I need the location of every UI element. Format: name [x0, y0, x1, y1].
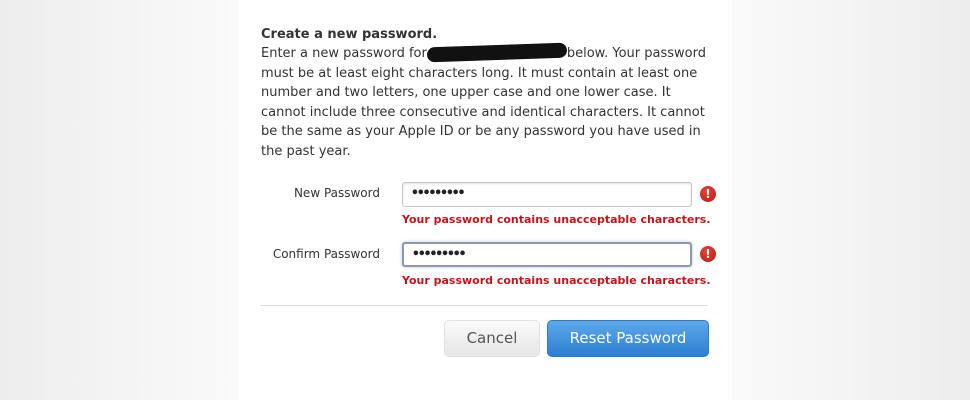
reset-password-button[interactable]: Reset Password — [547, 320, 709, 357]
divider — [260, 305, 708, 306]
right-background — [732, 0, 970, 400]
new-password-field[interactable]: ••••••••• — [402, 182, 692, 207]
confirm-password-label: Confirm Password — [272, 247, 380, 261]
instructions-line-2: must be at least eight characters long. … — [261, 65, 698, 81]
redacted-apple-id — [426, 42, 568, 63]
instructions-line-3: number and two letters, one upper case a… — [261, 85, 671, 100]
page-title: Create a new password. — [261, 27, 438, 42]
instructions: Enter a new password for below. Your pass… — [261, 42, 731, 161]
instructions-line-4: cannot include three consecutive and ide… — [261, 104, 705, 120]
error-icon: ! — [700, 186, 716, 202]
left-background — [0, 0, 238, 400]
confirm-password-field[interactable]: ••••••••• — [402, 242, 692, 267]
new-password-label: New Password — [293, 186, 380, 200]
new-password-error: Your password contains unacceptable char… — [402, 213, 711, 226]
instructions-line-1-start: Enter a new password for — [261, 46, 427, 61]
instructions-line-1: Enter a new password for below. Your pass… — [261, 42, 731, 64]
instructions-line-6: the past year. — [261, 143, 351, 159]
cancel-button[interactable]: Cancel — [444, 320, 540, 357]
instructions-line-5: be the same as your Apple ID or be any p… — [261, 124, 701, 139]
instructions-line-1-end: below. Your password — [566, 46, 706, 61]
error-icon: ! — [700, 246, 716, 262]
confirm-password-error: Your password contains unacceptable char… — [402, 274, 711, 287]
